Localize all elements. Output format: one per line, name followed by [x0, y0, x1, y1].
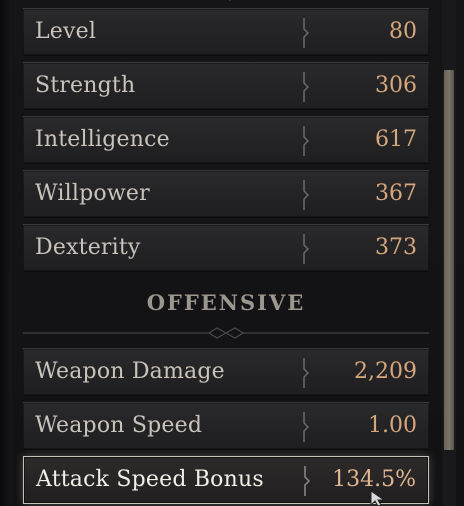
- stat-value: 1.00: [368, 413, 417, 438]
- stat-row-willpower[interactable]: Willpower 367: [23, 170, 429, 218]
- stat-label: Weapon Speed: [35, 413, 203, 438]
- panel-left-edge: [0, 0, 12, 506]
- stat-value: 617: [375, 127, 417, 152]
- stat-row-dexterity[interactable]: Dexterity 373: [23, 224, 429, 272]
- section-title: OFFENSIVE: [146, 290, 306, 315]
- stat-label: Attack Speed Bonus: [36, 467, 264, 492]
- stat-label: Strength: [35, 73, 136, 98]
- stat-row-attack-speed-bonus[interactable]: Attack Speed Bonus 134.5%: [23, 456, 429, 504]
- divider-arrow-icon: [304, 466, 310, 496]
- stat-value: 367: [375, 181, 417, 206]
- divider-arrow-icon: [303, 180, 309, 210]
- divider-arrow-icon: [303, 412, 309, 442]
- stat-row-intelligence[interactable]: Intelligence 617: [23, 116, 429, 164]
- stat-label: Willpower: [35, 181, 150, 206]
- stat-value: 80: [389, 19, 417, 44]
- stat-value: 373: [375, 235, 417, 260]
- stat-label: Weapon Damage: [35, 359, 225, 384]
- stat-row-strength[interactable]: Strength 306: [23, 62, 429, 110]
- stat-value: 2,209: [354, 359, 417, 384]
- mouse-cursor-icon: [370, 490, 386, 506]
- stat-label: Dexterity: [35, 235, 141, 260]
- divider-arrow-icon: [303, 72, 309, 102]
- scrollbar-thumb[interactable]: [444, 70, 454, 450]
- divider-arrow-icon: [303, 234, 309, 264]
- stat-label: Intelligence: [35, 127, 170, 152]
- section-header-offensive: OFFENSIVE: [23, 282, 429, 342]
- stat-row-weapon-damage[interactable]: Weapon Damage 2,209: [23, 348, 429, 396]
- divider-arrow-icon: [303, 126, 309, 156]
- ornament-icon: [23, 327, 429, 339]
- top-ornament-icon: [228, 0, 232, 2]
- stat-label: Level: [35, 19, 97, 44]
- divider-arrow-icon: [303, 358, 309, 388]
- divider-arrow-icon: [303, 18, 309, 48]
- stat-row-weapon-speed[interactable]: Weapon Speed 1.00: [23, 402, 429, 450]
- stat-value: 306: [375, 73, 417, 98]
- stat-row-level[interactable]: Level 80: [23, 8, 429, 56]
